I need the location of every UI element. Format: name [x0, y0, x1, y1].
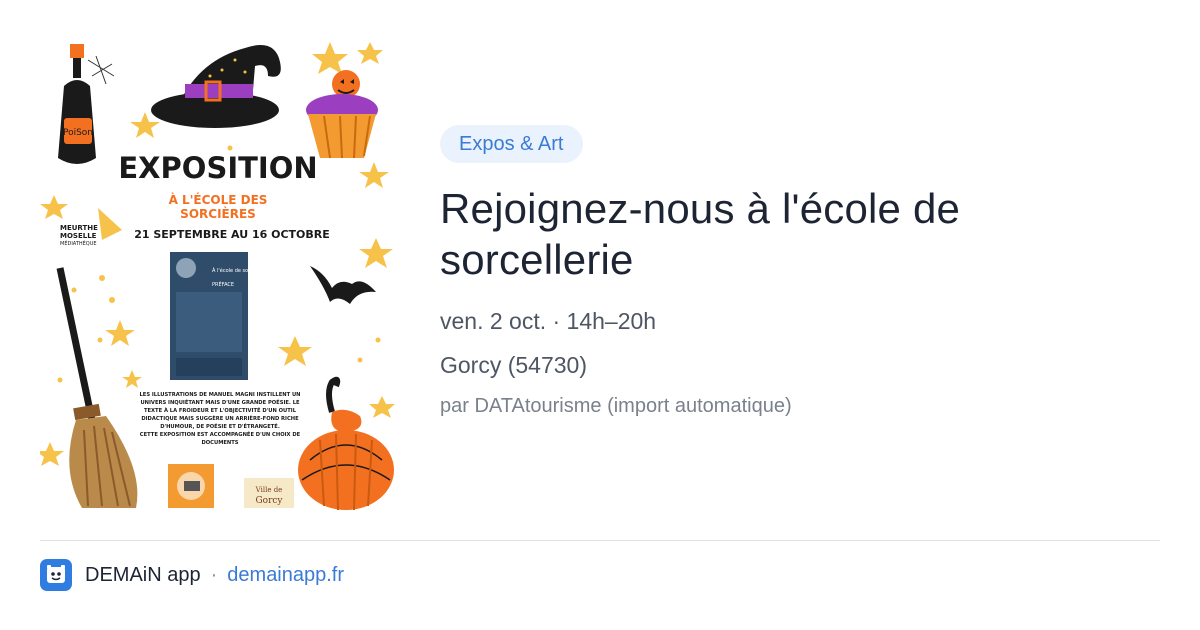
meurthe-moselle-logo: MEURTHE MOSELLE MÉDIATHÈQUE — [60, 208, 122, 247]
poster-description: LES ILLUSTRATIONS DE MANUEL MAGNI INSTIL… — [139, 392, 300, 446]
svg-text:Ville de: Ville de — [255, 486, 283, 494]
poster-dates: 21 SEPTEMBRE AU 16 OCTOBRE — [134, 228, 330, 241]
divider — [40, 540, 1160, 541]
svg-text:TEXTE À LA FROIDEUR ET L'OBJEC: TEXTE À LA FROIDEUR ET L'OBJECTIVITÉ D'U… — [144, 406, 297, 414]
broom-icon — [56, 267, 138, 508]
svg-text:À l'école de sorcière: À l'école de sorcière — [212, 267, 262, 274]
mediatheque-logo — [168, 464, 214, 508]
svg-text:LES ILLUSTRATIONS DE MANUEL MA: LES ILLUSTRATIONS DE MANUEL MAGNI INSTIL… — [139, 392, 300, 398]
bat-icon — [310, 266, 376, 304]
footer-separator: · — [210, 563, 218, 586]
book-cover-image: À l'école de sorcière PRÉFACE — [170, 252, 262, 380]
ville-de-gorcy-logo: Ville de Gorcy — [244, 478, 294, 508]
witch-hat-icon — [151, 45, 281, 128]
event-source: par DATAtourisme (import automatique) — [440, 395, 792, 417]
share-card: PoiSon EXPOSITION À L'ÉCOLE DES SORCIÈRE… — [0, 0, 1200, 630]
svg-text:D'HUMOUR, DE POÉSIE ET D'ÉTRAN: D'HUMOUR, DE POÉSIE ET D'ÉTRANGETÉ. — [160, 422, 280, 430]
svg-text:MÉDIATHÈQUE: MÉDIATHÈQUE — [60, 239, 97, 247]
potion-bottle-icon: PoiSon — [58, 44, 115, 164]
app-logo-icon — [40, 559, 72, 591]
app-url-link[interactable]: demainapp.fr — [227, 564, 344, 587]
poster-illustration: PoiSon EXPOSITION À L'ÉCOLE DES SORCIÈRE… — [40, 42, 395, 511]
potion-label: PoiSon — [63, 128, 93, 138]
event-info: Expos & Art Rejoignez-nous à l'école de … — [440, 125, 1160, 419]
event-title[interactable]: Rejoignez-nous à l'école de sorcellerie — [440, 183, 1160, 285]
svg-text:DOCUMENTS: DOCUMENTS — [201, 440, 238, 446]
cupcake-icon — [306, 70, 378, 159]
poster-subheading-1: À L'ÉCOLE DES — [169, 192, 268, 207]
event-poster-image[interactable]: PoiSon EXPOSITION À L'ÉCOLE DES SORCIÈRE… — [40, 40, 402, 512]
svg-text:MEURTHE: MEURTHE — [60, 224, 98, 232]
pumpkin-icon — [298, 376, 394, 511]
category-badge[interactable]: Expos & Art — [440, 125, 583, 163]
poster-subheading-2: SORCIÈRES — [180, 206, 256, 221]
svg-text:PRÉFACE: PRÉFACE — [212, 280, 234, 288]
svg-text:MOSELLE: MOSELLE — [60, 232, 97, 240]
event-location: Gorcy (54730) — [440, 352, 588, 378]
svg-text:CETTE EXPOSITION EST ACCOMPAGN: CETTE EXPOSITION EST ACCOMPAGNÉE D'UN CH… — [140, 430, 301, 438]
poster-heading: EXPOSITION — [118, 151, 317, 185]
footer: DEMAiN app · demainapp.fr — [40, 558, 344, 592]
svg-text:Gorcy: Gorcy — [255, 496, 283, 506]
svg-text:DIDACTIQUE MAIS SUGGÈRE UN ARR: DIDACTIQUE MAIS SUGGÈRE UN ARRIÈRE-FOND … — [141, 414, 299, 422]
svg-text:UNIVERS INQUIÉTANT MAIS D'UNE: UNIVERS INQUIÉTANT MAIS D'UNE GRANDE POÉ… — [140, 398, 300, 406]
event-date-time: ven. 2 oct. · 14h–20h — [440, 308, 657, 334]
app-name: DEMAiN app — [85, 563, 201, 586]
